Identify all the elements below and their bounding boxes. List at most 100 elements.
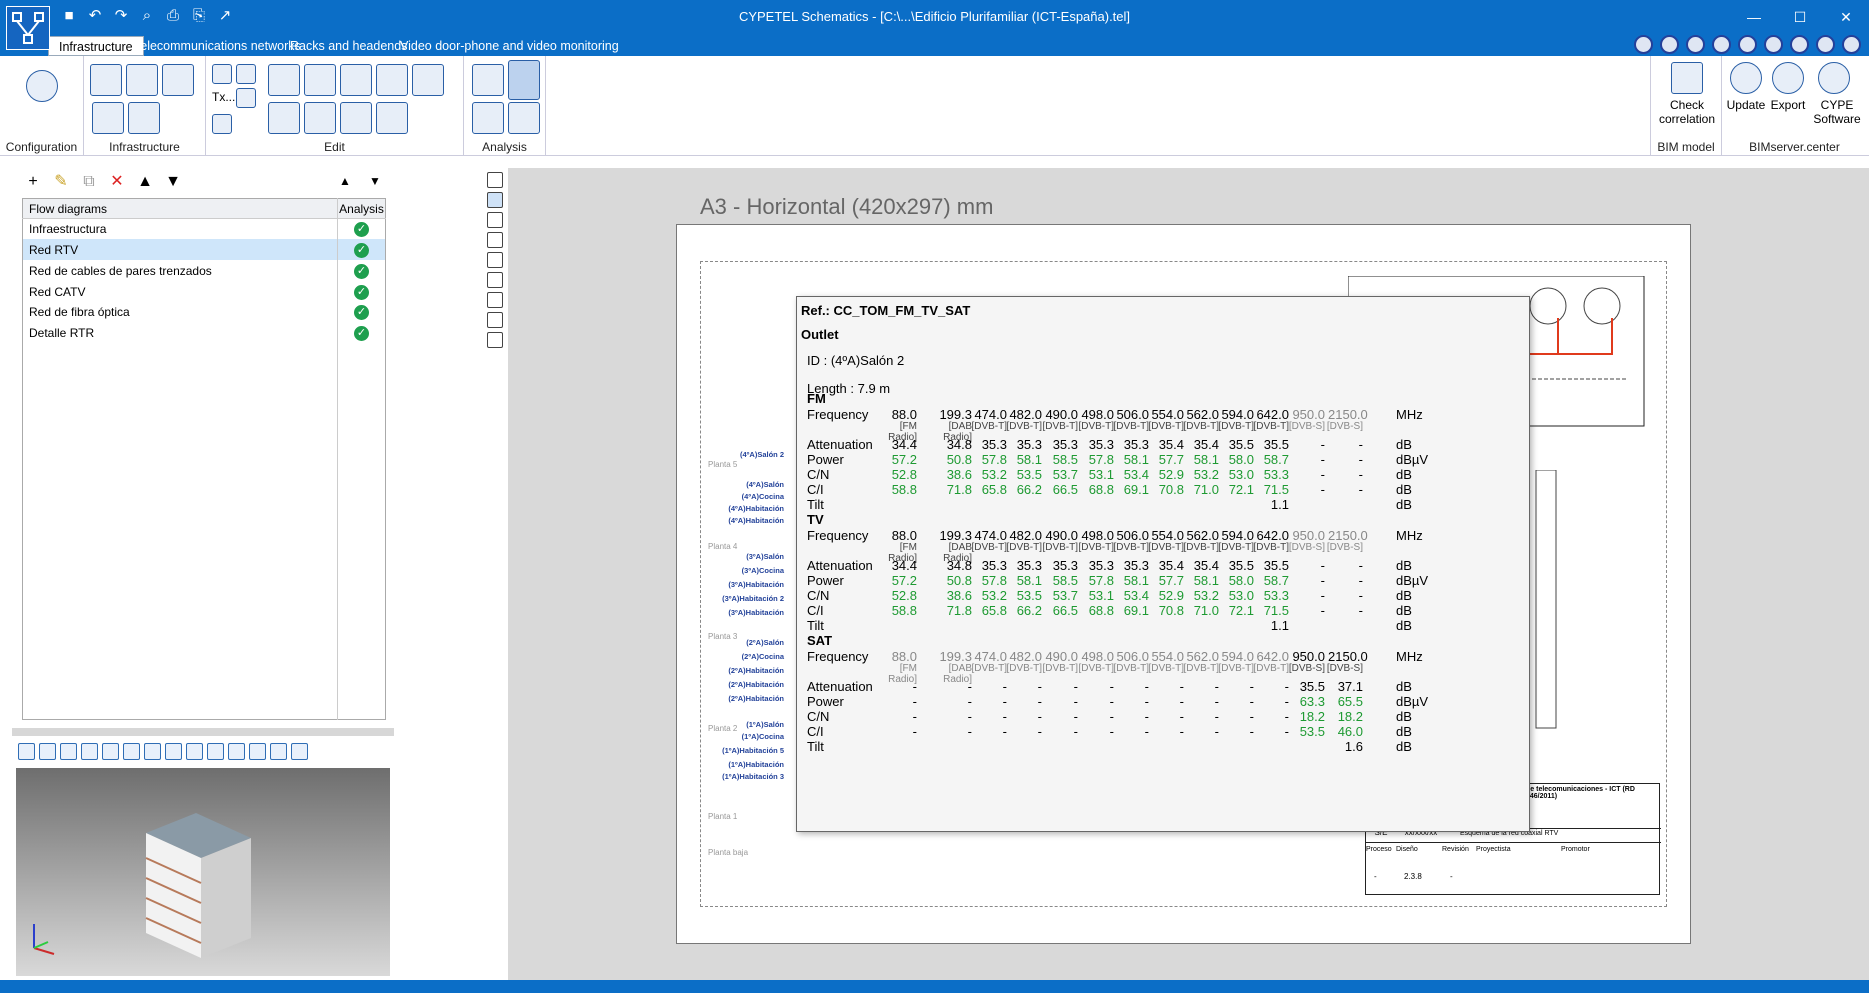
zoom-window-icon[interactable] (291, 742, 308, 760)
update-icon[interactable] (1730, 62, 1762, 94)
copy-icon[interactable] (268, 102, 300, 134)
clear-errors-icon[interactable] (508, 102, 540, 134)
export-icon[interactable] (1772, 62, 1804, 94)
outlet-label[interactable]: (1ºA)Habitación 5 (722, 746, 784, 755)
move-down-icon[interactable]: ▼ (164, 173, 182, 191)
column-header-analysis[interactable]: Analysis (337, 198, 386, 219)
fit-icon[interactable] (1790, 35, 1809, 54)
outlet-label[interactable]: (1ºA)Cocina (742, 732, 784, 741)
minimize-button[interactable]: — (1731, 0, 1777, 34)
report-icon[interactable] (487, 332, 503, 348)
register-icon[interactable] (128, 102, 160, 134)
outlet-label[interactable]: (3ºA)Cocina (742, 566, 784, 575)
views-icon[interactable] (102, 742, 119, 760)
edit-icon[interactable]: ✎ (52, 173, 70, 191)
mirror-icon[interactable] (376, 64, 408, 96)
axes-icon[interactable] (60, 742, 77, 760)
maximize-button[interactable]: ☐ (1777, 0, 1823, 34)
antenna-icon[interactable] (90, 64, 122, 96)
outlet-label[interactable]: (1ºA)Habitación (728, 760, 784, 769)
scale-icon[interactable] (304, 102, 336, 134)
brush-icon[interactable] (412, 64, 444, 96)
table-row[interactable]: Infraestructura ✓ (23, 218, 386, 240)
cype-software-button[interactable]: CYPE Software (1810, 98, 1864, 126)
magic-wand-icon[interactable] (472, 102, 504, 134)
eye-icon[interactable] (228, 742, 245, 760)
rotate-icon[interactable] (340, 102, 372, 134)
outlet-label[interactable]: (2ºA)Cocina (742, 652, 784, 661)
history-icon[interactable] (487, 312, 503, 328)
table-row[interactable]: Red de fibra óptica ✓ (23, 302, 386, 323)
zoom-icon[interactable] (270, 742, 287, 760)
outlet-label[interactable]: (1ºA)Salón (746, 720, 784, 729)
outlet-label[interactable]: (4ºA)Salón 2 (740, 450, 784, 459)
export-button[interactable]: Export (1764, 98, 1812, 112)
3d-mode-icon[interactable] (249, 742, 266, 760)
outlet-label[interactable]: (3ºA)Habitación (728, 580, 784, 589)
account-icon[interactable] (1842, 35, 1861, 54)
check-correlation-button[interactable]: Check correlation (1653, 98, 1721, 126)
cube-icon[interactable] (81, 742, 98, 760)
outlet-label[interactable]: (2ºA)Habitación (728, 694, 784, 703)
column-header-flow-diagrams[interactable]: Flow diagrams (22, 198, 338, 219)
duplicate-icon[interactable]: ⧉ (80, 173, 98, 191)
cabinet-icon[interactable] (92, 102, 124, 134)
web-icon[interactable] (1816, 35, 1835, 54)
sync-icon[interactable] (1712, 35, 1731, 54)
help-icon[interactable] (1634, 35, 1653, 54)
cype-user-icon[interactable] (1818, 62, 1850, 94)
outlet-label[interactable]: (1ºA)Habitación 3 (722, 772, 784, 781)
sort-up-icon[interactable]: ▲ (336, 172, 354, 190)
wireframe-icon[interactable] (207, 742, 224, 760)
sort-down-icon[interactable]: ▼ (366, 172, 384, 190)
table-row[interactable]: Red de cables de pares trenzados ✓ (23, 260, 386, 282)
keyboard-icon[interactable] (487, 252, 503, 268)
pin-icon[interactable] (236, 88, 256, 108)
3d-viewport[interactable] (16, 768, 390, 976)
align-icon[interactable] (376, 102, 408, 134)
check-correlation-icon[interactable] (1671, 62, 1703, 94)
outlet-label[interactable]: (3ºA)Habitación 2 (722, 594, 784, 603)
measure-icon[interactable] (487, 272, 503, 288)
table-row[interactable]: Red CATV ✓ (23, 281, 386, 302)
settings-icon[interactable] (1660, 35, 1679, 54)
refresh-icon[interactable] (1686, 35, 1705, 54)
add-icon[interactable]: + (24, 173, 42, 191)
box-icon[interactable] (126, 64, 158, 96)
grid-icon[interactable] (487, 212, 503, 228)
text-button[interactable]: Tx... (212, 90, 235, 104)
eraser-icon[interactable] (268, 64, 300, 96)
calculate-icon[interactable] (472, 64, 504, 96)
orbit-icon[interactable] (144, 742, 161, 760)
line-style-icon[interactable] (212, 64, 232, 84)
panel-splitter[interactable] (12, 728, 394, 736)
conduit-icon[interactable] (162, 64, 194, 96)
app-logo[interactable] (6, 6, 50, 50)
tab-video-door-phone[interactable]: Video door-phone and video monitoring (390, 36, 629, 56)
layers-icon[interactable] (39, 742, 56, 760)
snap-icon[interactable] (487, 232, 503, 248)
outlet-label[interactable]: (2ºA)Habitación (728, 666, 784, 675)
results-table-icon[interactable] (508, 60, 540, 100)
outlet-label[interactable]: (4ºA)Habitación (728, 516, 784, 525)
update-button[interactable]: Update (1722, 98, 1770, 112)
move-icon[interactable] (340, 64, 372, 96)
resize-icon[interactable] (304, 64, 336, 96)
delete-icon[interactable]: ✕ (108, 173, 126, 191)
3d-view-icon[interactable] (18, 742, 35, 760)
pan-icon[interactable] (1764, 35, 1783, 54)
outlet-label[interactable]: (2ºA)Habitación (728, 680, 784, 689)
table-icon[interactable] (236, 64, 256, 84)
visibility-icon[interactable] (123, 742, 140, 760)
zoom-icon[interactable] (1738, 35, 1757, 54)
section-icon[interactable] (165, 742, 182, 760)
outlet-label[interactable]: (2ºA)Salón (746, 638, 784, 647)
tools-icon[interactable] (487, 172, 503, 188)
outlet-label[interactable]: (4ºA)Cocina (742, 492, 784, 501)
outlet-label[interactable]: (4ºA)Habitación (728, 504, 784, 513)
select-icon[interactable] (487, 192, 503, 208)
move-up-icon[interactable]: ▲ (136, 173, 154, 191)
angle-icon[interactable] (487, 292, 503, 308)
outlet-label[interactable]: (4ºA)Salón (746, 480, 784, 489)
gear-icon[interactable] (26, 70, 58, 102)
